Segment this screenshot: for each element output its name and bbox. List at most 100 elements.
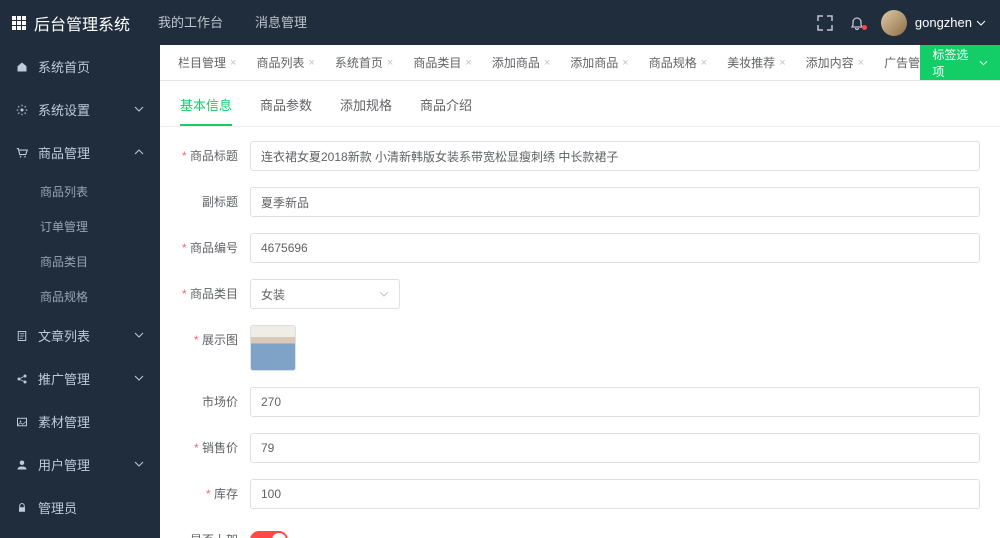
top-link-messages[interactable]: 消息管理 xyxy=(239,0,323,45)
img-icon xyxy=(16,416,28,428)
label-market-price: 市场价 xyxy=(180,387,250,417)
select-category[interactable]: 女装 xyxy=(250,279,400,309)
sidebar-item-1[interactable]: 系统设置 xyxy=(0,88,160,131)
tab-label: 商品规格 xyxy=(649,54,697,71)
close-icon[interactable]: × xyxy=(858,57,864,69)
app-grid-icon xyxy=(12,16,26,30)
tab-0[interactable]: 栏目管理 × xyxy=(168,54,246,71)
tab-9[interactable]: 广告管理× xyxy=(874,54,920,71)
sidebar-item-6[interactable]: 商品规格 xyxy=(0,279,160,314)
caret-down-icon xyxy=(976,18,986,28)
sidebar-item-label: 推广管理 xyxy=(38,369,90,388)
label-image: 展示图 xyxy=(180,325,250,355)
input-stock[interactable] xyxy=(250,479,980,509)
label-on-shelf: 是否上架 xyxy=(180,525,250,538)
form-tab-basic[interactable]: 基本信息 xyxy=(180,95,232,126)
sidebar-item-label: 管理员 xyxy=(38,498,77,517)
close-icon[interactable]: × xyxy=(622,57,628,69)
chevron-down-icon xyxy=(379,289,389,299)
chevron-down-icon xyxy=(134,371,144,386)
close-icon[interactable]: × xyxy=(701,57,707,69)
close-icon[interactable]: × xyxy=(230,57,236,69)
close-icon[interactable]: × xyxy=(544,57,550,69)
sidebar-item-label: 用户管理 xyxy=(38,455,90,474)
bell-icon[interactable] xyxy=(841,15,873,31)
form-tab-specs[interactable]: 添加规格 xyxy=(340,95,392,126)
input-market-price[interactable] xyxy=(250,387,980,417)
sidebar-item-label: 商品规格 xyxy=(40,288,88,305)
sidebar-item-3[interactable]: 商品列表 xyxy=(0,174,160,209)
sidebar-item-10[interactable]: 用户管理 xyxy=(0,443,160,486)
tab-label: 商品类目 xyxy=(413,54,461,71)
doc-icon xyxy=(16,330,28,342)
sidebar-item-label: 文章列表 xyxy=(38,326,90,345)
sidebar-item-7[interactable]: 文章列表 xyxy=(0,314,160,357)
avatar[interactable] xyxy=(881,10,907,36)
sidebar: 系统首页系统设置商品管理商品列表订单管理商品类目商品规格文章列表推广管理素材管理… xyxy=(0,45,160,538)
main-area: 栏目管理×商品列表×系统首页×商品类目×添加商品×添加商品×商品规格×美妆推荐×… xyxy=(160,45,1000,538)
input-sale-price[interactable] xyxy=(250,433,980,463)
tab-label: 系统首页 xyxy=(335,54,383,71)
label-title: 商品标题 xyxy=(180,141,250,171)
chevron-up-icon xyxy=(134,145,144,160)
close-icon[interactable]: × xyxy=(387,57,393,69)
input-sku[interactable] xyxy=(250,233,980,263)
relay-icon xyxy=(16,373,28,385)
tab-label: 商品列表 xyxy=(256,54,304,71)
tab-1[interactable]: 商品列表 × xyxy=(246,54,324,71)
logo-block[interactable]: 后台管理系统 xyxy=(0,11,142,35)
tab-7[interactable]: 美妆推荐 × xyxy=(717,54,795,71)
sidebar-item-0[interactable]: 系统首页 xyxy=(0,45,160,88)
top-link-workspace[interactable]: 我的工作台 xyxy=(142,0,239,45)
form-tab-params[interactable]: 商品参数 xyxy=(260,95,312,126)
cart-icon xyxy=(16,147,28,159)
sidebar-item-label: 商品列表 xyxy=(40,183,88,200)
product-image-thumb[interactable] xyxy=(250,325,296,371)
gear-icon xyxy=(16,104,28,116)
top-header: 后台管理系统 我的工作台 消息管理 gongzhen xyxy=(0,0,1000,45)
input-subtitle[interactable] xyxy=(250,187,980,217)
app-title: 后台管理系统 xyxy=(34,11,130,35)
label-stock: 库存 xyxy=(180,479,250,509)
sidebar-item-4[interactable]: 订单管理 xyxy=(0,209,160,244)
tab-3[interactable]: 商品类目 × xyxy=(403,54,481,71)
chevron-down-icon xyxy=(134,457,144,472)
switch-on-shelf[interactable] xyxy=(250,531,288,538)
home-icon xyxy=(16,61,28,73)
tab-label: 添加商品 xyxy=(492,54,540,71)
tab-label: 添加内容 xyxy=(806,54,854,71)
chevron-down-icon xyxy=(134,102,144,117)
sidebar-item-2[interactable]: 商品管理 xyxy=(0,131,160,174)
tab-8[interactable]: 添加内容 × xyxy=(796,54,874,71)
chevron-down-icon xyxy=(134,328,144,343)
tab-6[interactable]: 商品规格 × xyxy=(639,54,717,71)
form-tab-intro[interactable]: 商品介绍 xyxy=(420,95,472,126)
label-category: 商品类目 xyxy=(180,279,250,309)
sidebar-item-9[interactable]: 素材管理 xyxy=(0,400,160,443)
form-tabs: 基本信息 商品参数 添加规格 商品介绍 xyxy=(160,81,1000,127)
sidebar-item-11[interactable]: 管理员 xyxy=(0,486,160,529)
sidebar-item-12[interactable]: 栏目管理 xyxy=(0,529,160,538)
tab-5[interactable]: 添加商品× xyxy=(560,54,638,71)
sidebar-item-label: 系统设置 xyxy=(38,100,90,119)
tab-2[interactable]: 系统首页 × xyxy=(325,54,403,71)
tab-4[interactable]: 添加商品 × xyxy=(482,54,560,71)
tab-label: 广告管理 xyxy=(884,54,920,71)
input-title[interactable] xyxy=(250,141,980,171)
sidebar-item-5[interactable]: 商品类目 xyxy=(0,244,160,279)
select-category-value: 女装 xyxy=(261,286,285,303)
label-subtitle: 副标题 xyxy=(180,187,250,217)
notification-dot-icon xyxy=(862,25,867,30)
close-icon[interactable]: × xyxy=(308,57,314,69)
tab-label: 栏目管理 xyxy=(178,54,226,71)
sidebar-item-8[interactable]: 推广管理 xyxy=(0,357,160,400)
tabs-options-button[interactable]: 标签选项 xyxy=(920,45,1000,81)
sidebar-item-label: 系统首页 xyxy=(38,57,90,76)
user-menu[interactable]: gongzhen xyxy=(907,15,990,30)
close-icon[interactable]: × xyxy=(465,57,471,69)
sidebar-item-label: 订单管理 xyxy=(40,218,88,235)
close-icon[interactable]: × xyxy=(779,57,785,69)
fullscreen-icon[interactable] xyxy=(809,15,841,31)
sidebar-item-label: 商品管理 xyxy=(38,143,90,162)
tab-label: 美妆推荐 xyxy=(727,54,775,71)
